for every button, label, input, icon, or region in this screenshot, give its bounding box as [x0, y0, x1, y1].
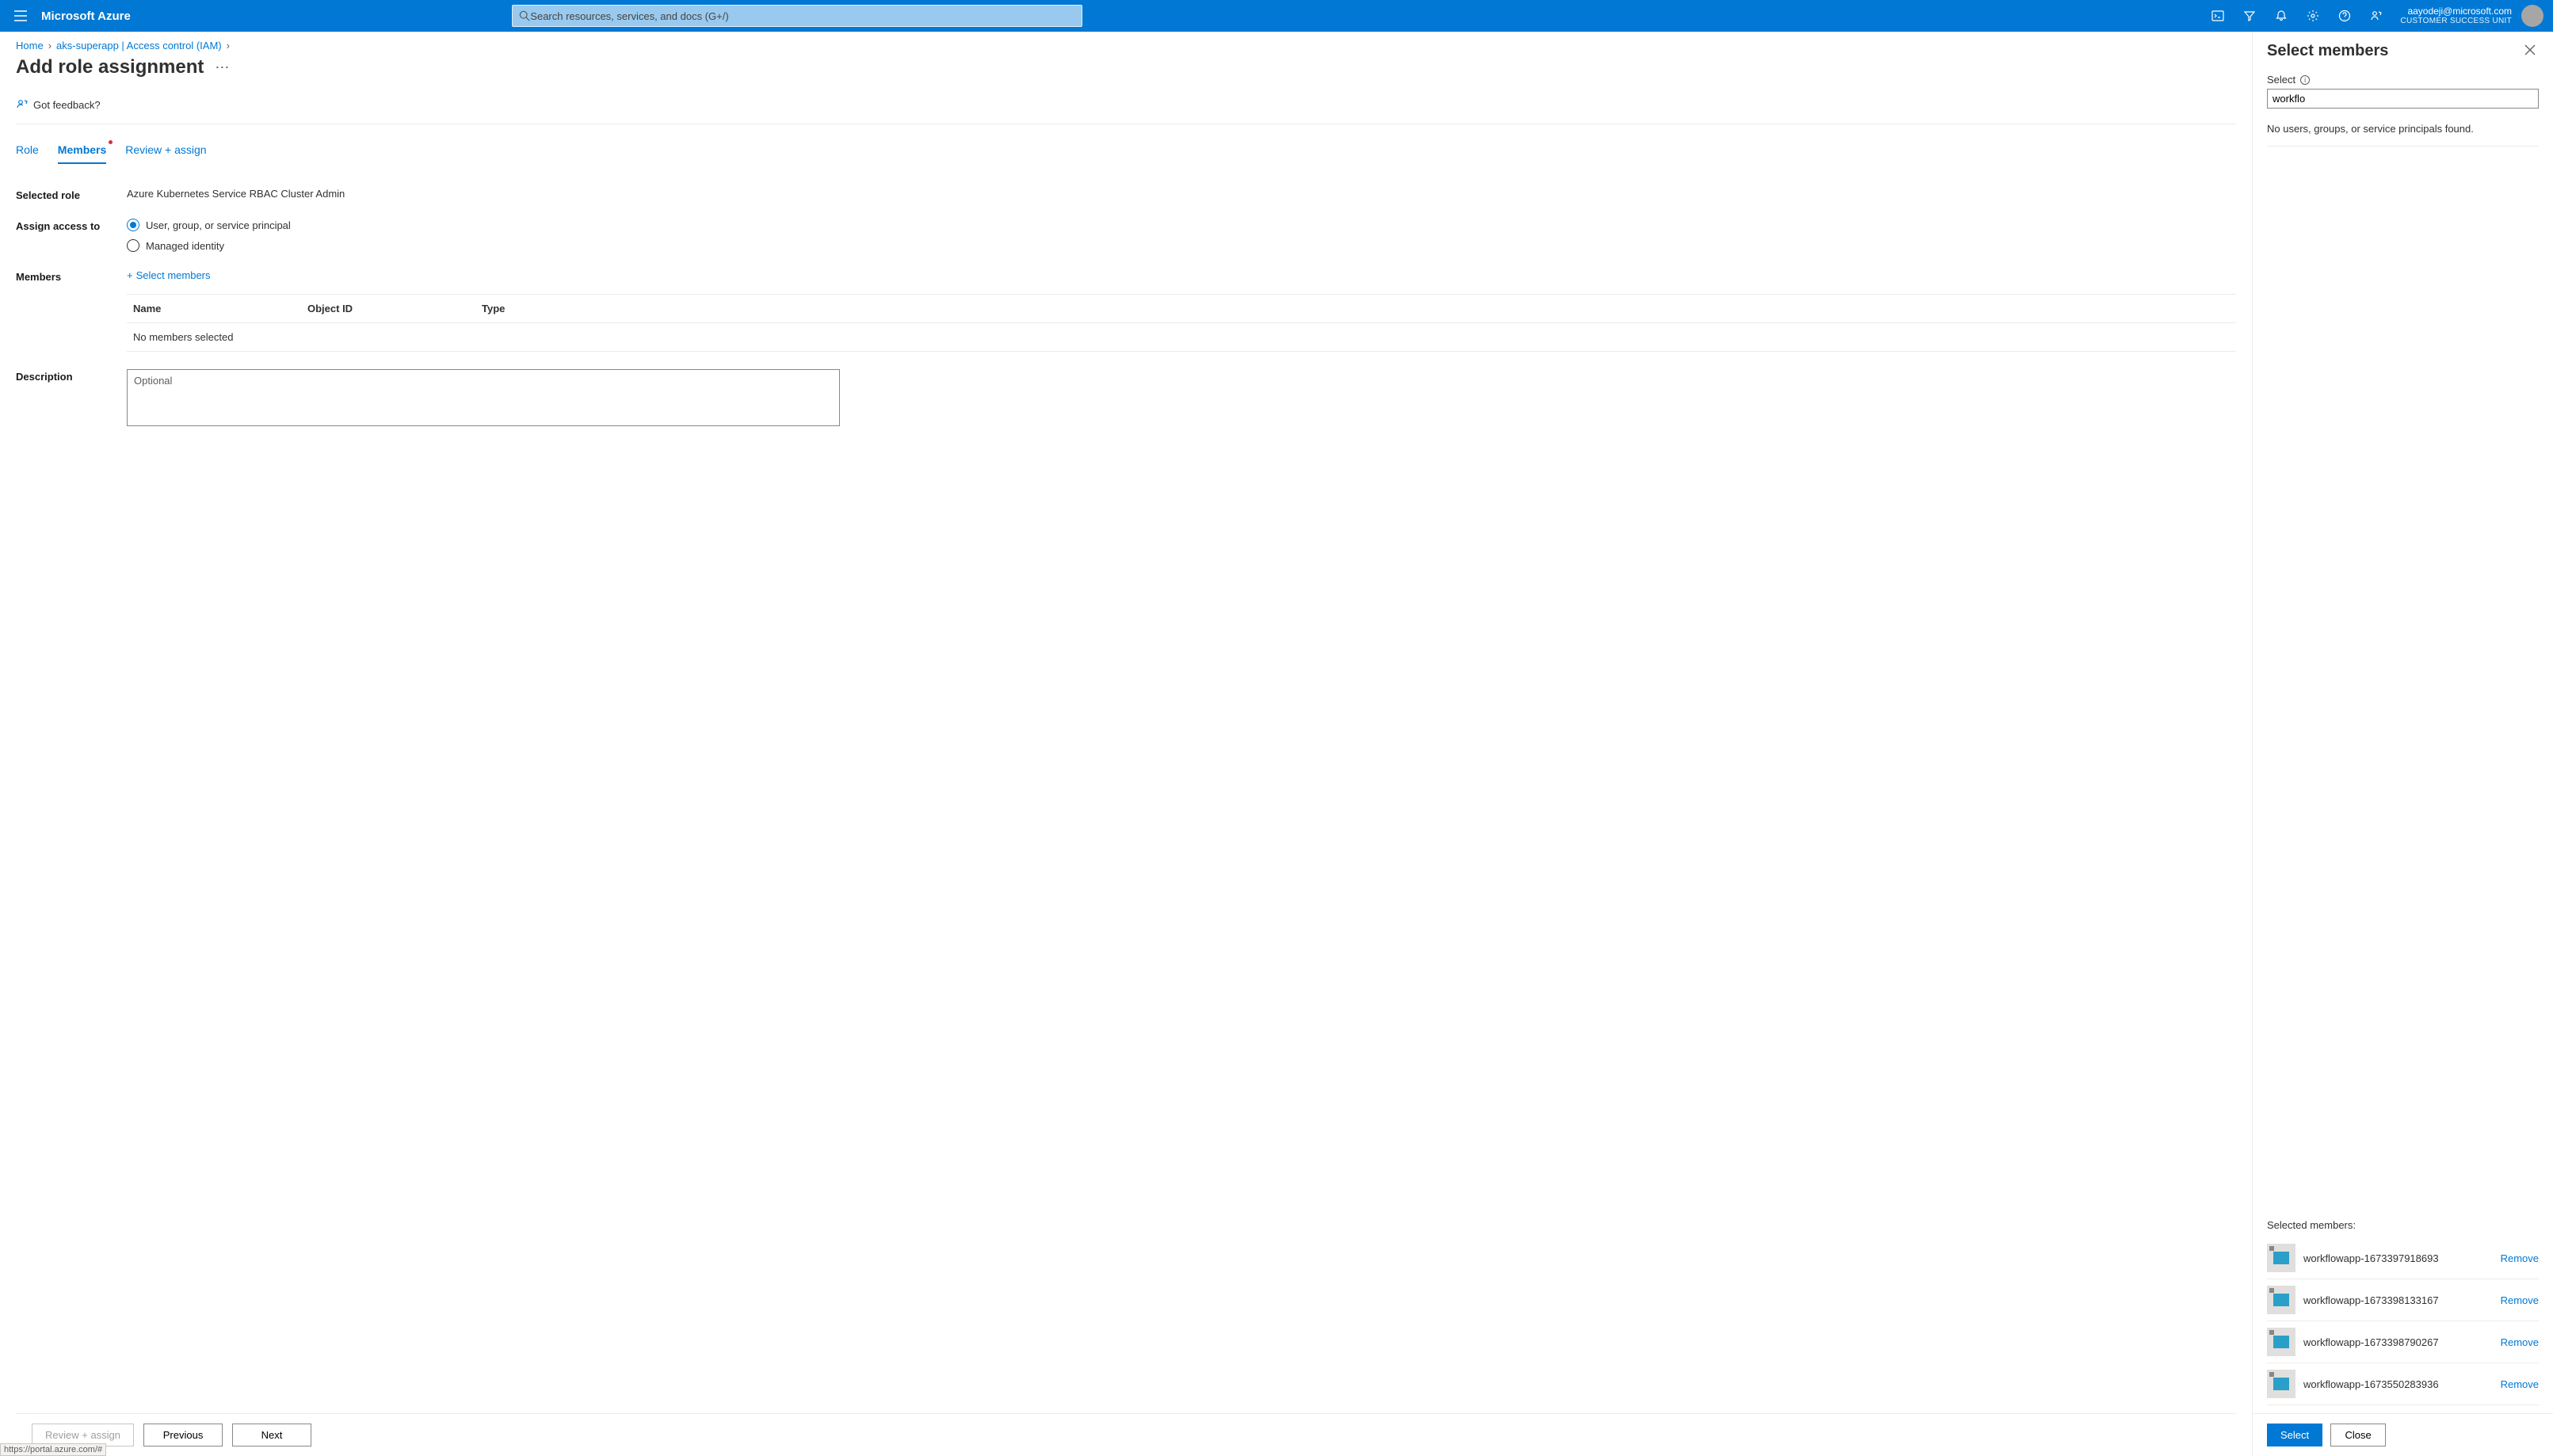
cloud-shell-icon[interactable] — [2204, 0, 2232, 32]
account-email: aayodeji@microsoft.com — [2407, 6, 2512, 17]
col-object-id: Object ID — [307, 303, 482, 314]
global-search[interactable] — [512, 5, 1082, 27]
no-results-message: No users, groups, or service principals … — [2267, 123, 2539, 147]
app-thumbnail-icon — [2267, 1328, 2295, 1356]
select-members-link[interactable]: + Select members — [127, 269, 211, 281]
close-icon[interactable] — [2521, 41, 2539, 61]
select-button[interactable]: Select — [2267, 1424, 2322, 1446]
chevron-right-icon: › — [227, 40, 230, 51]
account-unit: CUSTOMER SUCCESS UNIT — [2400, 17, 2512, 25]
description-input[interactable] — [127, 369, 840, 426]
remove-member-link[interactable]: Remove — [2501, 1336, 2539, 1348]
select-members-panel: Select members Select i No users, groups… — [2252, 32, 2553, 1456]
avatar[interactable] — [2521, 5, 2543, 27]
selected-role-label: Selected role — [16, 188, 127, 201]
more-actions-icon[interactable]: ⋯ — [212, 58, 232, 78]
breadcrumb: Home › aks-superapp | Access control (IA… — [16, 40, 2236, 51]
remove-member-link[interactable]: Remove — [2501, 1294, 2539, 1306]
remove-member-link[interactable]: Remove — [2501, 1378, 2539, 1390]
app-thumbnail-icon — [2267, 1370, 2295, 1398]
status-bar-url: https://portal.azure.com/# — [0, 1443, 106, 1456]
app-thumbnail-icon — [2267, 1244, 2295, 1272]
selected-member-row: workflowapp-1673398790267 Remove — [2267, 1321, 2539, 1363]
selected-member-row: workflowapp-1673398133167 Remove — [2267, 1279, 2539, 1321]
radio-user-group-sp[interactable]: User, group, or service principal — [127, 219, 2236, 231]
selected-member-name: workflowapp-1673550283936 — [2303, 1378, 2493, 1390]
notifications-icon[interactable] — [2267, 0, 2295, 32]
got-feedback-link[interactable]: Got feedback? — [16, 97, 101, 112]
radio-user-group-sp-label: User, group, or service principal — [146, 219, 291, 231]
selected-role-value: Azure Kubernetes Service RBAC Cluster Ad… — [127, 188, 2236, 200]
settings-gear-icon[interactable] — [2299, 0, 2327, 32]
global-search-input[interactable] — [530, 10, 1075, 22]
chevron-right-icon: › — [48, 40, 52, 51]
members-label: Members — [16, 269, 127, 283]
help-icon[interactable] — [2330, 0, 2359, 32]
feedback-icon — [16, 97, 29, 112]
feedback-person-icon[interactable] — [2362, 0, 2391, 32]
plus-icon: + — [127, 269, 133, 281]
brand-label[interactable]: Microsoft Azure — [41, 10, 131, 23]
select-members-link-label: Select members — [136, 269, 211, 281]
bottom-action-bar: Review + assign Previous Next — [16, 1413, 2236, 1456]
radio-managed-identity-label: Managed identity — [146, 240, 224, 252]
directory-filter-icon[interactable] — [2235, 0, 2264, 32]
top-header: Microsoft Azure — [0, 0, 2553, 32]
app-thumbnail-icon — [2267, 1286, 2295, 1314]
tab-role[interactable]: Role — [16, 139, 39, 164]
required-dot-icon — [109, 140, 113, 144]
selected-member-name: workflowapp-1673398133167 — [2303, 1294, 2493, 1306]
remove-member-link[interactable]: Remove — [2501, 1252, 2539, 1264]
col-name: Name — [133, 303, 307, 314]
account-info[interactable]: aayodeji@microsoft.com CUSTOMER SUCCESS … — [2391, 6, 2517, 25]
tab-members[interactable]: Members — [58, 139, 106, 164]
info-icon[interactable]: i — [2300, 75, 2310, 85]
assign-access-label: Assign access to — [16, 219, 127, 232]
radio-managed-identity[interactable]: Managed identity — [127, 239, 2236, 252]
search-icon — [519, 10, 530, 21]
selected-member-name: workflowapp-1673397918693 — [2303, 1252, 2493, 1264]
panel-title: Select members — [2267, 42, 2388, 60]
hamburger-menu-icon[interactable] — [6, 6, 35, 26]
next-button[interactable]: Next — [232, 1424, 311, 1446]
radio-selected-icon — [127, 219, 139, 231]
col-type: Type — [482, 303, 2230, 314]
panel-select-label: Select — [2267, 74, 2295, 86]
members-table-empty: No members selected — [127, 323, 2236, 352]
got-feedback-label: Got feedback? — [33, 99, 101, 111]
tabs: Role Members Review + assign — [16, 139, 2236, 164]
top-toolbar — [2204, 0, 2391, 32]
previous-button[interactable]: Previous — [143, 1424, 223, 1446]
selected-member-row: workflowapp-1673397918693 Remove — [2267, 1237, 2539, 1279]
members-table-header: Name Object ID Type — [127, 294, 2236, 323]
breadcrumb-home[interactable]: Home — [16, 40, 44, 51]
radio-unselected-icon — [127, 239, 139, 252]
breadcrumb-resource[interactable]: aks-superapp | Access control (IAM) — [56, 40, 222, 51]
selected-member-row: workflowapp-1673550283936 Remove — [2267, 1363, 2539, 1405]
tab-review-assign[interactable]: Review + assign — [125, 139, 206, 164]
close-button[interactable]: Close — [2330, 1424, 2386, 1446]
description-label: Description — [16, 369, 127, 383]
selected-member-name: workflowapp-1673398790267 — [2303, 1336, 2493, 1348]
page-title: Add role assignment — [16, 56, 204, 78]
selected-members-header: Selected members: — [2267, 1219, 2539, 1231]
member-search-input[interactable] — [2267, 89, 2539, 109]
